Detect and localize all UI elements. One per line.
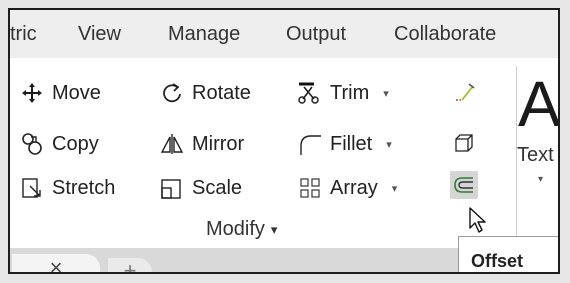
erase-button[interactable]	[450, 78, 478, 106]
offset-icon	[454, 177, 473, 193]
copy-icon	[20, 132, 44, 156]
stretch-button[interactable]: Stretch	[20, 173, 115, 203]
fillet-dropdown-caret[interactable]: ▾	[386, 138, 392, 151]
rotate-button[interactable]: Rotate	[160, 78, 251, 108]
rotate-label: Rotate	[192, 81, 251, 104]
array-icon	[298, 176, 322, 200]
fillet-label: Fillet	[330, 132, 373, 155]
copy-label: Copy	[52, 132, 99, 155]
modify-panel-title[interactable]: Modify ▾	[206, 218, 277, 241]
text-tool-caret: ▾	[538, 174, 544, 185]
copy-button[interactable]: Copy	[20, 129, 99, 159]
mirror-label: Mirror	[192, 132, 245, 155]
modify-panel-label: Modify	[206, 218, 265, 240]
array-button[interactable]: Array ▾	[298, 173, 397, 203]
trim-dropdown-caret[interactable]: ▾	[383, 87, 389, 100]
offset-button[interactable]	[450, 171, 478, 199]
scale-label: Scale	[192, 176, 243, 199]
move-label: Move	[52, 81, 101, 104]
explode-button[interactable]	[450, 129, 478, 157]
tab-collaborate[interactable]: Collaborate	[394, 23, 496, 46]
trim-button[interactable]: Trim ▾	[298, 78, 389, 108]
fillet-icon	[298, 132, 322, 156]
array-dropdown-caret[interactable]: ▾	[392, 182, 398, 195]
array-label: Array	[330, 176, 378, 199]
mouse-cursor-icon	[469, 207, 486, 233]
ribbon-tab-bar: tric View Manage Output Collaborate	[10, 10, 558, 59]
move-button[interactable]: Move	[20, 78, 101, 108]
text-tool-label: Text	[517, 144, 554, 166]
trim-label: Trim	[330, 81, 370, 104]
tab-manage[interactable]: Manage	[168, 23, 240, 46]
plus-icon: +	[123, 258, 137, 274]
tab-parametric[interactable]: tric	[10, 23, 37, 46]
scale-button[interactable]: Scale	[160, 173, 242, 203]
document-tab[interactable]: ×	[12, 254, 100, 272]
explode-cube-icon	[455, 134, 473, 152]
fillet-button[interactable]: Fillet ▾	[298, 129, 392, 159]
eraser-icon	[456, 83, 475, 101]
ribbon-window: tric View Manage Output Collaborate Move…	[8, 8, 560, 274]
text-tool-icon: A	[518, 68, 560, 140]
tab-output[interactable]: Output	[286, 23, 346, 46]
scale-icon	[160, 176, 184, 200]
chevron-down-icon: ▾	[270, 221, 278, 237]
tab-view[interactable]: View	[78, 23, 121, 46]
mirror-button[interactable]: Mirror	[160, 129, 244, 159]
close-icon[interactable]: ×	[50, 255, 63, 272]
stretch-icon	[20, 176, 44, 200]
new-tab-button[interactable]: +	[108, 258, 152, 274]
offset-tooltip: Offset	[458, 236, 558, 272]
mirror-icon	[160, 132, 184, 156]
stretch-label: Stretch	[52, 176, 116, 199]
move-icon	[20, 81, 44, 105]
tooltip-text: Offset	[471, 251, 524, 271]
trim-icon	[298, 81, 322, 105]
rotate-icon	[160, 81, 184, 105]
